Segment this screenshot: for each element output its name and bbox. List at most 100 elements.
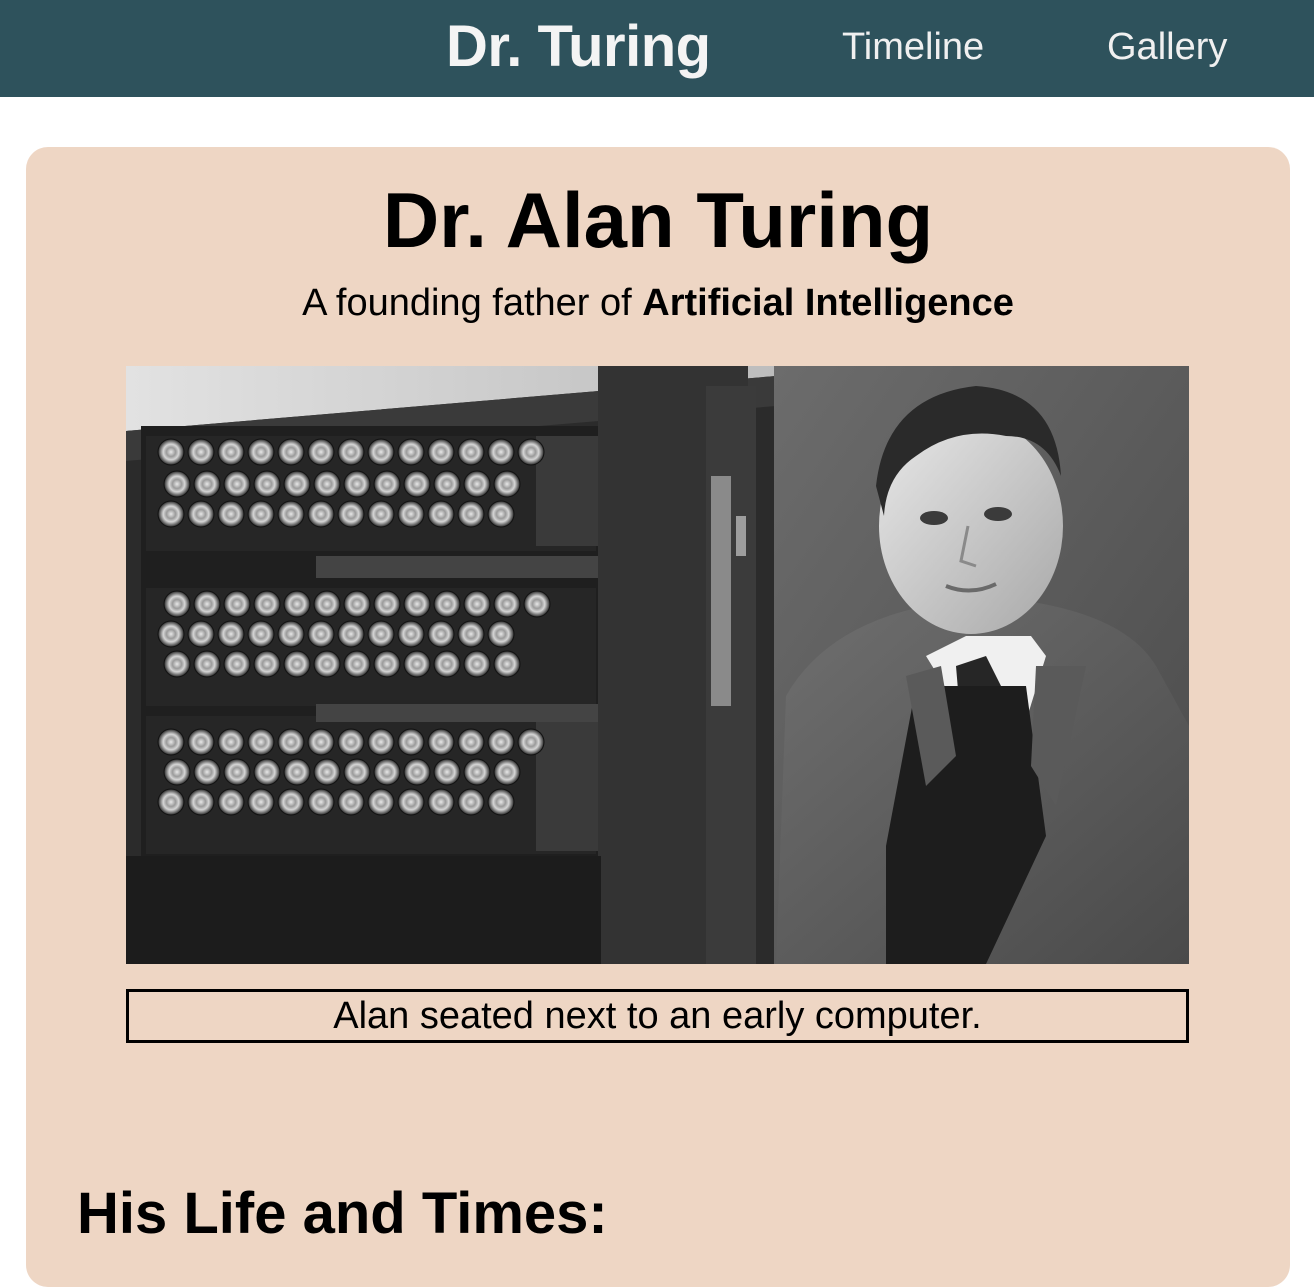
drum-icon	[247, 728, 275, 756]
drum-icon	[187, 620, 215, 648]
drum-icon	[283, 470, 311, 498]
drum-icon	[217, 620, 245, 648]
drum-icon	[487, 728, 515, 756]
drum-icon	[163, 758, 191, 786]
drum-icon	[487, 500, 515, 528]
drum-icon	[163, 650, 191, 678]
drum-icon	[217, 788, 245, 816]
drum-icon	[157, 788, 185, 816]
drum-icon	[307, 728, 335, 756]
drum-icon	[433, 590, 461, 618]
drum-icon	[187, 500, 215, 528]
drum-icon	[487, 620, 515, 648]
drum-icon	[217, 728, 245, 756]
drum-icon	[223, 470, 251, 498]
drum-icon	[247, 438, 275, 466]
hero-photo	[126, 366, 1189, 964]
drum-icon	[397, 788, 425, 816]
drum-icon	[463, 650, 491, 678]
drum-icon	[457, 728, 485, 756]
drum-icon	[517, 438, 545, 466]
drum-icon	[223, 650, 251, 678]
drum-icon	[337, 620, 365, 648]
drum-icon	[367, 620, 395, 648]
page-subtitle: A founding father of Artificial Intellig…	[26, 280, 1290, 326]
drum-icon	[193, 650, 221, 678]
drum-icon	[487, 788, 515, 816]
drum-icon	[367, 728, 395, 756]
drum-icon	[157, 500, 185, 528]
drum-icon	[343, 590, 371, 618]
drum-icon	[457, 788, 485, 816]
drum-icon	[277, 728, 305, 756]
drum-icon	[343, 758, 371, 786]
drum-icon	[367, 788, 395, 816]
nav-link-gallery[interactable]: Gallery	[1107, 25, 1227, 69]
drum-icon	[277, 788, 305, 816]
drum-icon	[307, 500, 335, 528]
drum-icon	[373, 470, 401, 498]
drum-icon	[427, 500, 455, 528]
drum-icon	[457, 620, 485, 648]
drum-icon	[337, 500, 365, 528]
drum-icon	[337, 438, 365, 466]
drum-icon	[307, 620, 335, 648]
drum-icon	[487, 438, 515, 466]
drum-icon	[307, 788, 335, 816]
drum-icon	[163, 590, 191, 618]
drum-icon	[313, 590, 341, 618]
drum-icon	[337, 728, 365, 756]
drum-icon	[187, 728, 215, 756]
drum-icon	[367, 438, 395, 466]
drum-icon	[307, 438, 335, 466]
drum-icon	[433, 650, 461, 678]
drum-icon	[253, 470, 281, 498]
drum-icon	[277, 438, 305, 466]
drum-icon	[253, 590, 281, 618]
drum-icon	[163, 470, 191, 498]
photo-illustration	[126, 366, 1189, 964]
drum-icon	[463, 470, 491, 498]
drum-icon	[283, 650, 311, 678]
drum-icon	[397, 438, 425, 466]
drum-icon	[277, 620, 305, 648]
drum-icon	[493, 758, 521, 786]
drum-icon	[517, 728, 545, 756]
drum-icon	[523, 590, 551, 618]
navbar: Dr. Turing Timeline Gallery	[0, 0, 1314, 97]
nav-link-timeline[interactable]: Timeline	[842, 25, 984, 69]
drum-icon	[367, 500, 395, 528]
drum-icon	[427, 620, 455, 648]
drum-icon	[493, 590, 521, 618]
drum-icon	[217, 500, 245, 528]
drum-icon	[283, 758, 311, 786]
hero-card: Dr. Alan Turing A founding father of Art…	[26, 147, 1290, 1287]
drum-icon	[397, 620, 425, 648]
drum-icon	[193, 590, 221, 618]
drum-icon	[373, 650, 401, 678]
drum-icon	[457, 500, 485, 528]
drum-icon	[193, 758, 221, 786]
drum-icon	[253, 650, 281, 678]
drum-icon	[277, 500, 305, 528]
drum-icon	[397, 500, 425, 528]
drum-icon	[403, 650, 431, 678]
drum-icon	[397, 728, 425, 756]
section-heading-life-and-times: His Life and Times:	[77, 1181, 608, 1246]
drum-icon	[403, 590, 431, 618]
photo-caption: Alan seated next to an early computer.	[126, 989, 1189, 1043]
drum-icon	[337, 788, 365, 816]
drum-icon	[247, 500, 275, 528]
drum-icon	[193, 470, 221, 498]
drum-icon	[247, 620, 275, 648]
drum-icon	[187, 788, 215, 816]
brand-link[interactable]: Dr. Turing	[446, 12, 711, 82]
drum-icon	[427, 728, 455, 756]
drum-icon	[433, 470, 461, 498]
subtitle-prefix: A founding father of	[302, 282, 643, 324]
drum-icon	[433, 758, 461, 786]
drum-icon	[427, 788, 455, 816]
drum-icon	[217, 438, 245, 466]
drum-icon	[493, 470, 521, 498]
drum-icon	[403, 470, 431, 498]
